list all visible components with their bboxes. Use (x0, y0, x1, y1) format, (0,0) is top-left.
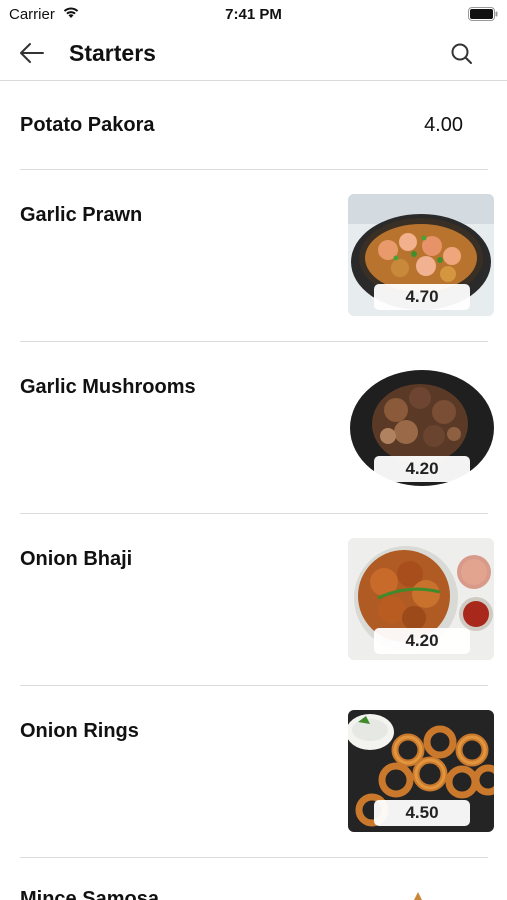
search-icon[interactable] (449, 41, 475, 67)
item-price: 4.00 (424, 114, 463, 136)
menu-item-onion-bhaji[interactable]: Onion Bhaji 4.20 (0, 514, 507, 686)
item-name: Mince Samosa (20, 888, 159, 900)
food-image: 4.70 (348, 194, 494, 316)
nav-bar: Starters (0, 30, 507, 81)
menu-list: Potato Pakora 4.00 Garlic Prawn 4.70 Gar… (0, 82, 507, 900)
food-image (348, 882, 494, 900)
menu-item-onion-rings[interactable]: Onion Rings 4.50 (0, 686, 507, 858)
menu-item-mince-samosa[interactable]: Mince Samosa (0, 858, 507, 900)
price-badge: 4.70 (374, 284, 470, 310)
status-bar: Carrier 7:41 PM (0, 0, 507, 30)
food-image: 4.20 (348, 538, 494, 660)
item-name: Garlic Mushrooms (20, 376, 196, 398)
food-image: 4.20 (348, 366, 494, 488)
price-badge: 4.20 (374, 456, 470, 482)
food-image: 4.50 (348, 710, 494, 832)
item-name: Onion Bhaji (20, 548, 133, 570)
menu-item-potato-pakora[interactable]: Potato Pakora 4.00 (0, 82, 507, 170)
page-title: Starters (69, 40, 156, 66)
price-badge: 4.50 (374, 800, 470, 826)
menu-item-garlic-prawn[interactable]: Garlic Prawn 4.70 (0, 170, 507, 342)
price-badge: 4.20 (374, 628, 470, 654)
arrow-left-icon[interactable] (18, 41, 46, 65)
item-name: Potato Pakora (20, 114, 155, 136)
item-name: Garlic Prawn (20, 204, 143, 226)
item-name: Onion Rings (20, 720, 139, 742)
menu-item-garlic-mushrooms[interactable]: Garlic Mushrooms 4.20 (0, 342, 507, 514)
clock: 7:41 PM (225, 6, 282, 23)
battery-icon (468, 7, 498, 21)
